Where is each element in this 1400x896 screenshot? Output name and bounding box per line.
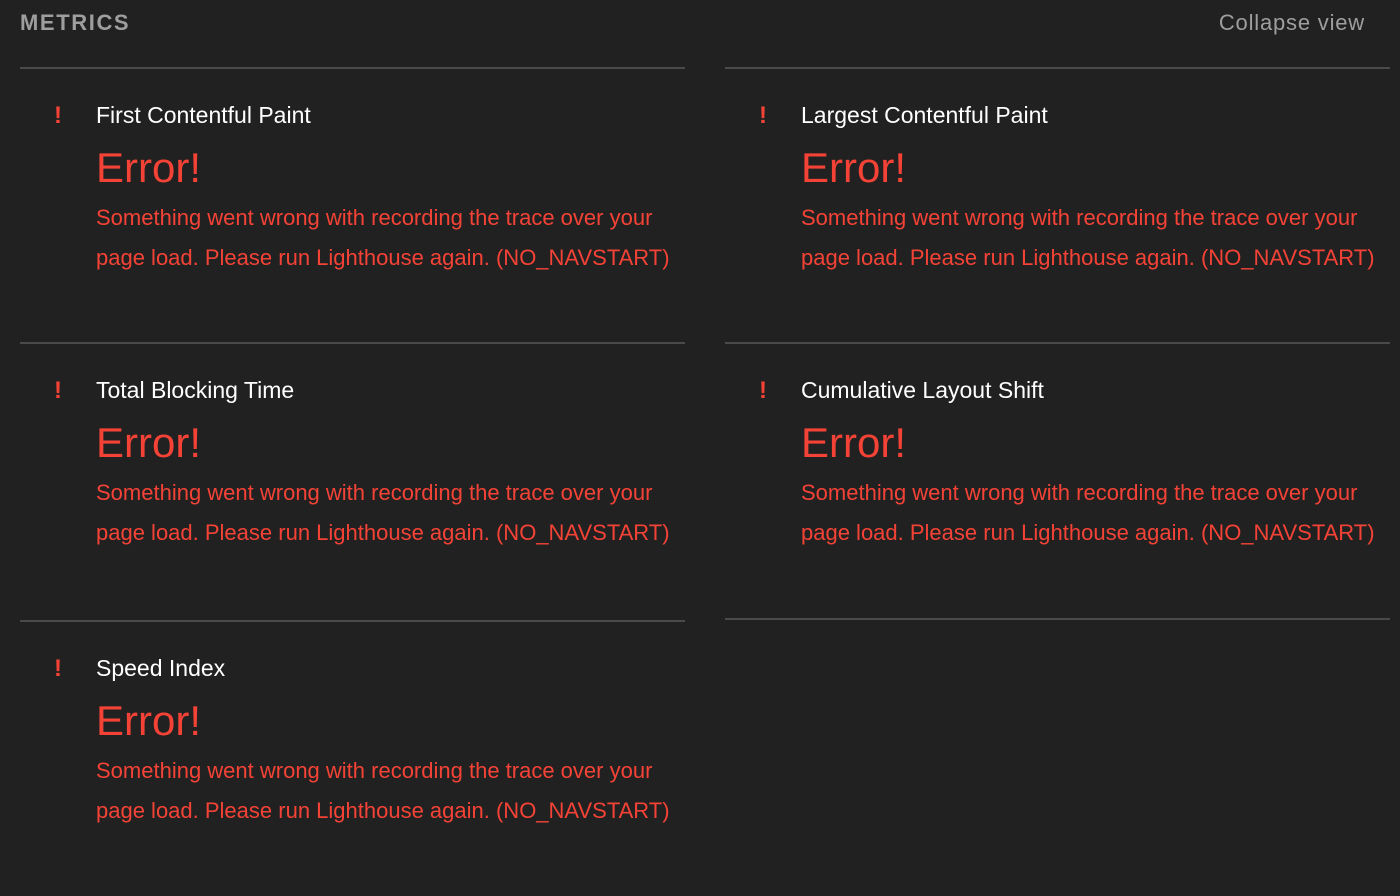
section-title: METRICS [20, 10, 131, 35]
metric-error-description: Something went wrong with recording the … [96, 480, 670, 545]
exclamation-icon: ! [54, 655, 62, 682]
metric-title: Largest Contentful Paint [801, 102, 1048, 128]
metric-cumulative-layout-shift: ! Cumulative Layout Shift Error! Somethi… [725, 342, 1390, 620]
metric-error-description: Something went wrong with recording the … [801, 205, 1375, 270]
exclamation-icon: ! [759, 377, 767, 404]
metric-total-blocking-time: ! Total Blocking Time Error! Something w… [20, 342, 685, 617]
exclamation-icon: ! [54, 102, 62, 129]
metric-error-description: Something went wrong with recording the … [801, 480, 1375, 545]
exclamation-icon: ! [54, 377, 62, 404]
metric-value: Error! [801, 419, 906, 466]
exclamation-icon: ! [759, 102, 767, 129]
metric-title: Total Blocking Time [96, 377, 295, 403]
metric-value: Error! [96, 419, 201, 466]
metrics-grid: ! First Contentful Paint Error! Somethin… [20, 67, 1390, 896]
metrics-header: METRICS Collapse view [20, 0, 1365, 48]
metric-error-description: Something went wrong with recording the … [96, 205, 670, 270]
metric-title: Cumulative Layout Shift [801, 377, 1044, 403]
metric-speed-index: ! Speed Index Error! Something went wron… [20, 620, 685, 896]
metric-value: Error! [96, 697, 201, 744]
metric-title: Speed Index [96, 655, 226, 681]
metric-value: Error! [96, 144, 201, 191]
metric-value: Error! [801, 144, 906, 191]
metric-error-description: Something went wrong with recording the … [96, 758, 670, 823]
metric-first-contentful-paint: ! First Contentful Paint Error! Somethin… [20, 67, 685, 342]
metric-largest-contentful-paint: ! Largest Contentful Paint Error! Someth… [725, 67, 1390, 342]
metric-title: First Contentful Paint [96, 102, 311, 128]
collapse-view-button[interactable]: Collapse view [1219, 9, 1365, 37]
